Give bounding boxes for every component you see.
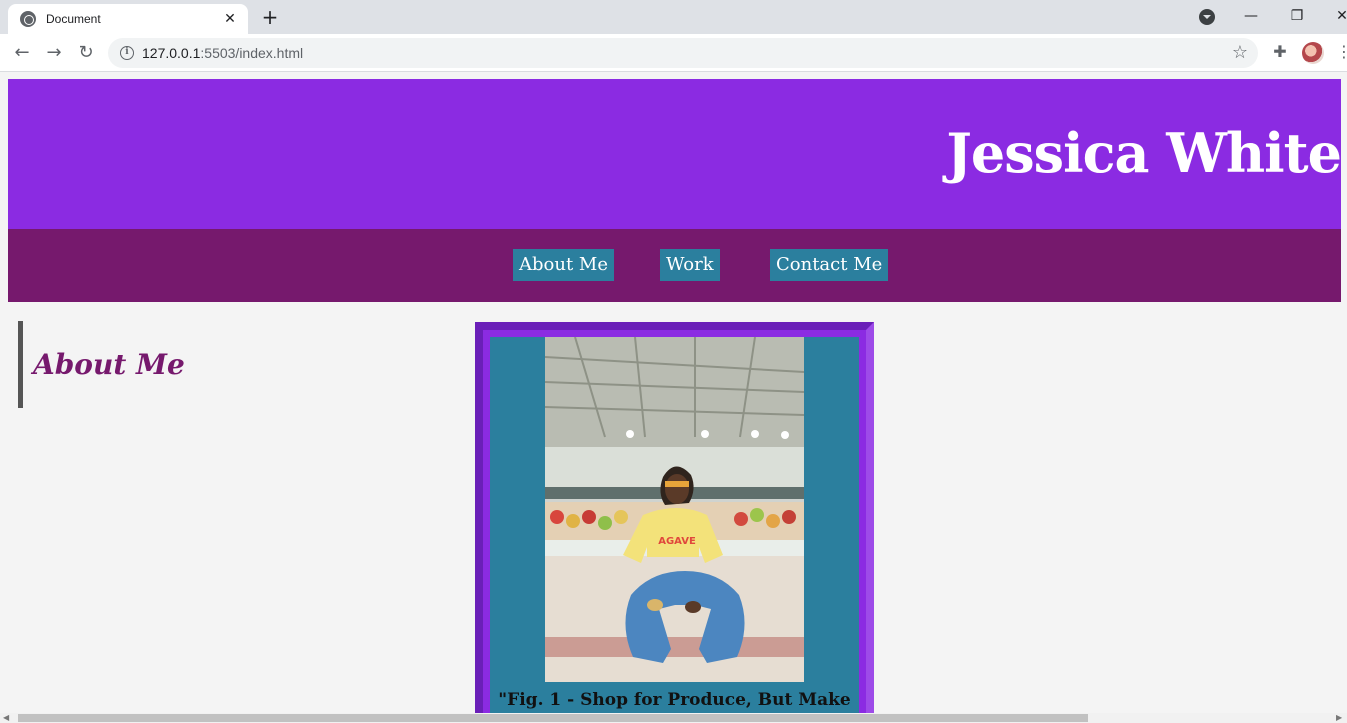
globe-icon	[20, 11, 36, 27]
scrollbar-thumb[interactable]	[18, 714, 1088, 722]
figure-inner: AGAVE "Fig. 1 - Shop for Produce, But Ma…	[490, 337, 859, 713]
tab-search-icon[interactable]	[1199, 9, 1215, 25]
page-viewport: Jessica White About Me Work Contact Me A…	[0, 72, 1347, 713]
nav-link-contact[interactable]: Contact Me	[770, 249, 889, 281]
puzzle-icon[interactable]: ✚	[1270, 42, 1290, 62]
browser-toolbar: ← → ↻ i 127.0.0.1:5503/index.html ☆ ✚ ⋮	[0, 34, 1347, 72]
avatar[interactable]	[1302, 42, 1324, 64]
shirt-text: AGAVE	[658, 536, 696, 547]
back-arrow-icon[interactable]: ←	[8, 39, 36, 67]
nav-link-work[interactable]: Work	[660, 249, 720, 281]
address-bar[interactable]: i 127.0.0.1:5503/index.html ☆	[108, 38, 1258, 68]
window-close-button[interactable]: ✕	[1319, 2, 1347, 30]
minimize-button[interactable]: —	[1228, 2, 1274, 30]
url-text: 127.0.0.1:5503/index.html	[142, 45, 304, 61]
new-tab-button[interactable]: +	[258, 5, 282, 29]
more-vert-icon[interactable]: ⋮	[1336, 42, 1347, 64]
page-title: Jessica White	[946, 121, 1342, 185]
about-heading: About Me	[33, 348, 185, 381]
browser-tab-bar: Document ✕ + — ❐ ✕	[0, 0, 1347, 34]
reload-icon[interactable]: ↻	[72, 39, 100, 67]
scroll-right-icon[interactable]: ▶	[1336, 714, 1342, 722]
figure-caption: "Fig. 1 - Shop for Produce, But Make It	[498, 690, 851, 713]
browser-tab[interactable]: Document ✕	[8, 4, 248, 34]
site-nav: About Me Work Contact Me	[8, 229, 1341, 302]
horizontal-scrollbar[interactable]: ◀ ▶	[0, 713, 1347, 723]
forward-arrow-icon[interactable]: →	[40, 39, 68, 67]
profile-photo: AGAVE	[545, 337, 804, 682]
figure-frame: AGAVE "Fig. 1 - Shop for Produce, But Ma…	[475, 322, 874, 713]
photo-illustration: AGAVE	[545, 337, 804, 682]
restore-button[interactable]: ❐	[1274, 2, 1320, 30]
tab-title: Document	[46, 12, 101, 26]
close-icon[interactable]: ✕	[222, 11, 238, 27]
site-header: Jessica White	[8, 79, 1342, 229]
nav-link-about[interactable]: About Me	[513, 249, 614, 281]
scroll-left-icon[interactable]: ◀	[3, 714, 9, 722]
about-section: About Me	[18, 321, 185, 408]
info-icon[interactable]: i	[120, 46, 134, 60]
star-icon[interactable]: ☆	[1232, 42, 1248, 63]
